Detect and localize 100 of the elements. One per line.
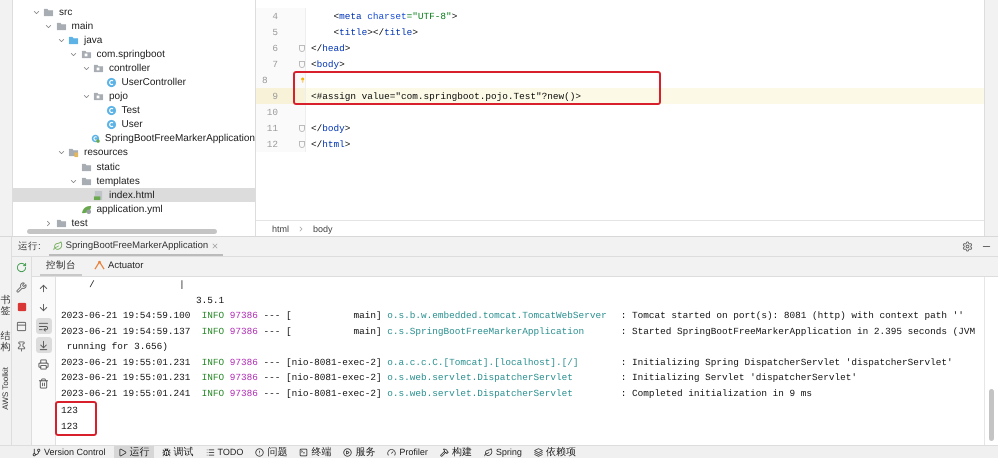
tree-item[interactable]: application.yml [13, 202, 255, 216]
breadcrumb[interactable]: body [313, 224, 333, 234]
line-number: 9 [271, 90, 278, 102]
actuator-icon [94, 260, 105, 271]
code-line: <#assign value="com.springboot.pojo.Test"?new()> [310, 90, 582, 102]
tool-window-button[interactable]: 终端 [295, 446, 336, 458]
fold-marker[interactable] [299, 60, 305, 68]
log-line: 2023-06-21 19:54:59.100 INFO 97386 --- [ main] o.s.b.w.embedded.tomcat.TomcatWebServer : Tomcat started on port(s): 8081 (http) with context path '' [61, 309, 965, 323]
run-label: 运行: [18, 240, 41, 253]
log-line: 2023-06-21 19:55:01.241 INFO 97386 --- [nio-8081-exec-2] o.s.web.servlet.DispatcherServlet : Completed initialization in 9 ms [61, 386, 814, 400]
tool-window-button[interactable]: 依赖项 [530, 446, 580, 458]
code-line: <title></title> [332, 26, 418, 38]
tool-window-button[interactable]: Profiler [383, 446, 432, 458]
fold-marker[interactable] [299, 44, 305, 52]
tool-window-button[interactable]: Version Control [28, 446, 110, 458]
layout-icon[interactable] [16, 321, 27, 332]
tree-item[interactable]: templates [13, 174, 255, 188]
stop-icon[interactable] [16, 302, 26, 312]
trash-icon [38, 378, 49, 388]
line-number: 11 [266, 122, 278, 134]
line-number: 12 [266, 138, 278, 150]
code-line: <meta charset="UTF-8"> [332, 10, 458, 22]
printer-icon [38, 358, 49, 370]
console-tab[interactable]: Actuator [88, 257, 150, 276]
package-icon [93, 62, 104, 74]
line-number: 10 [266, 106, 278, 118]
class-icon [91, 133, 100, 144]
leaf-icon [484, 448, 493, 456]
tree-item[interactable]: Test [13, 104, 255, 118]
tree-item[interactable]: UserController [13, 75, 255, 90]
alert-icon [255, 448, 264, 456]
fold-marker[interactable] [299, 124, 305, 132]
tool-window-button[interactable]: 问题 [251, 446, 292, 458]
folder-icon [80, 162, 92, 173]
wrench-icon[interactable] [16, 282, 27, 293]
code-line: </head> [310, 42, 350, 54]
tree-item[interactable]: static [13, 160, 255, 174]
tool-window-label[interactable]: 结构 [0, 331, 10, 353]
tool-window-button[interactable]: 运行 [114, 446, 154, 458]
folder-icon [80, 176, 92, 187]
fold-marker[interactable] [299, 140, 305, 148]
line-number: 7 [271, 58, 278, 70]
tool-window-label[interactable]: AWS Toolkit [1, 367, 10, 410]
console-tool-button[interactable] [36, 337, 52, 353]
line-number: 4 [271, 10, 278, 22]
scrollbar[interactable] [27, 229, 217, 234]
class-icon [106, 119, 116, 130]
arrow-down-icon [38, 302, 49, 312]
log-line: 2023-06-21 19:55:01.231 INFO 97386 --- [nio-8081-exec-2] o.s.web.servlet.DispatcherServlet : Initializing Servlet 'dispatcherServlet' [61, 371, 858, 385]
folder-icon [43, 6, 54, 18]
rerun-icon[interactable] [16, 262, 27, 273]
console-line: 123 [61, 404, 79, 418]
breadcrumb[interactable]: html [272, 224, 290, 234]
hammer-icon [440, 448, 449, 456]
tool-window-button[interactable]: 构建 [436, 446, 476, 458]
console-tool-button[interactable] [36, 318, 52, 334]
list-icon [206, 448, 215, 456]
folder-icon [56, 218, 66, 229]
tool-window-label[interactable]: 书签 [0, 295, 10, 317]
tree-item[interactable]: index.html [13, 188, 255, 202]
tree-item[interactable]: java [13, 33, 255, 48]
folder-icon [68, 34, 79, 46]
tree-item[interactable]: resources [13, 146, 255, 160]
console-line: 123 [61, 420, 79, 434]
settings-icon[interactable] [962, 241, 973, 252]
scrollbar[interactable] [989, 389, 994, 441]
layers-icon [534, 448, 543, 456]
line-number: 5 [271, 26, 278, 38]
tree-item[interactable]: controller [13, 61, 255, 76]
folder-icon [56, 20, 66, 32]
class-icon [106, 105, 116, 116]
folder-icon [68, 147, 79, 158]
package-icon [80, 48, 92, 60]
console-line: running for 3.656) [66, 340, 169, 354]
pin-icon[interactable] [16, 341, 27, 352]
play-circle-icon [343, 448, 352, 456]
tree-item[interactable]: User [13, 118, 255, 132]
gauge-icon [387, 448, 396, 456]
package-icon [93, 91, 104, 102]
console-line: / | [88, 278, 186, 292]
tree-item[interactable]: src [13, 5, 255, 20]
chevron-right-icon[interactable] [44, 218, 53, 228]
line-number: 6 [271, 42, 278, 54]
tool-window-button[interactable]: Spring [480, 446, 526, 458]
scroll-to-end-icon [38, 340, 49, 350]
play-icon [118, 448, 127, 456]
tool-window-button[interactable]: 服务 [339, 446, 380, 458]
terminal-icon [299, 448, 308, 456]
code-line: <body> [310, 58, 345, 70]
tree-item[interactable]: com.springboot [13, 47, 255, 62]
tool-window-button[interactable]: TODO [202, 446, 248, 458]
tree-item[interactable]: pojo [13, 90, 255, 104]
bug-icon [162, 448, 171, 456]
tab-label: SpringBootFreeMarkerApplication [66, 240, 208, 251]
tree-item[interactable]: main [13, 19, 255, 34]
tree-item[interactable]: SpringBootFreeMarkerApplication [13, 132, 255, 146]
tree-item[interactable]: test [13, 216, 255, 230]
close-icon[interactable] [211, 242, 220, 250]
tool-window-button[interactable]: 调试 [158, 446, 198, 458]
branch-icon [32, 448, 41, 456]
